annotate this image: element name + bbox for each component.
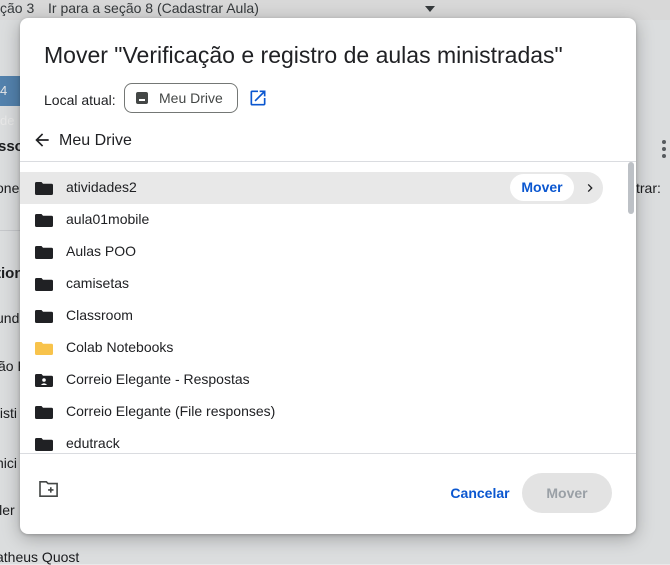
- folder-name: Correio Elegante - Respostas: [66, 371, 250, 387]
- move-dialog: Mover "Verificação e registro de aulas m…: [20, 18, 636, 534]
- dialog-title: Mover "Verificação e registro de aulas m…: [44, 42, 563, 68]
- new-folder-icon[interactable]: [38, 480, 60, 498]
- current-location-chip[interactable]: Meu Drive: [124, 83, 238, 113]
- folder-icon: [35, 246, 53, 259]
- nav-title: Meu Drive: [59, 132, 132, 149]
- folder-name: edutrack: [66, 435, 120, 451]
- folder-row[interactable]: camisetas: [20, 268, 620, 300]
- folder-name: Correio Elegante (File responses): [66, 403, 276, 419]
- folder-row[interactable]: edutrack: [20, 428, 620, 453]
- drive-icon: [136, 92, 148, 104]
- folder-icon: [35, 438, 53, 451]
- folder-name: camisetas: [66, 275, 130, 291]
- folder-row[interactable]: aula01mobile: [20, 204, 620, 236]
- move-button[interactable]: Mover: [522, 473, 612, 513]
- folder-row[interactable]: atividades2 Mover: [20, 172, 603, 204]
- folder-name: Colab Notebooks: [66, 339, 174, 355]
- folder-name: atividades2: [66, 179, 137, 195]
- folder-row[interactable]: Colab Notebooks: [20, 332, 620, 364]
- open-in-new-icon[interactable]: [248, 88, 268, 108]
- back-arrow-icon[interactable]: [32, 130, 52, 150]
- folder-icon: [35, 310, 53, 323]
- inline-move-button[interactable]: Mover: [510, 174, 574, 201]
- folder-icon: [35, 182, 53, 195]
- scrollbar[interactable]: [627, 162, 635, 453]
- folder-row[interactable]: Correio Elegante - Respostas: [20, 364, 620, 396]
- folder-row[interactable]: Correio Elegante (File responses): [20, 396, 620, 428]
- folder-row[interactable]: Classroom: [20, 300, 620, 332]
- folder-name: aula01mobile: [66, 211, 150, 227]
- bottom-divider: [20, 453, 636, 454]
- folder-icon: [35, 342, 53, 355]
- shared-folder-icon: [35, 374, 53, 387]
- location-label: Local atual:: [44, 92, 116, 108]
- folder-name: Classroom: [66, 307, 133, 323]
- folder-icon: [35, 406, 53, 419]
- folder-row[interactable]: Aulas POO: [20, 236, 620, 268]
- cancel-button[interactable]: Cancelar: [432, 476, 528, 510]
- current-location-value: Meu Drive: [159, 90, 223, 106]
- folder-icon: [35, 278, 53, 291]
- scrollbar-thumb[interactable]: [628, 162, 634, 214]
- folder-name: Aulas POO: [66, 243, 137, 259]
- folder-icon: [35, 214, 53, 227]
- chevron-right-icon[interactable]: [582, 180, 598, 196]
- folder-list: atividades2 Mover aula01mobile Aulas POO cam…: [20, 162, 620, 453]
